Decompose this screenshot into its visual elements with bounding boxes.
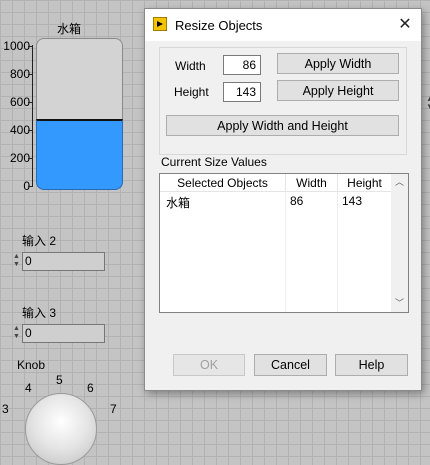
width-field[interactable]: 86 <box>223 55 261 75</box>
help-button[interactable]: Help <box>335 354 408 376</box>
tank-tick <box>28 46 33 47</box>
column-divider <box>337 192 338 312</box>
tank-scale-label: 800 <box>9 67 30 81</box>
column-header-height[interactable]: Height <box>338 174 392 192</box>
tank-tick <box>28 130 33 131</box>
apply-height-button[interactable]: Apply Height <box>277 80 399 101</box>
input3-label: 输入 3 <box>22 306 57 320</box>
tank-fill-level <box>36 119 123 190</box>
column-header-width[interactable]: Width <box>286 174 338 192</box>
dialog-title: Resize Objects <box>175 18 263 33</box>
tank-indicator[interactable] <box>36 38 123 190</box>
app-icon <box>153 17 167 31</box>
height-field[interactable]: 143 <box>223 82 261 102</box>
list-scrollbar[interactable]: ︿ ﹀ <box>391 174 408 312</box>
scroll-down-icon[interactable]: ﹀ <box>391 295 408 312</box>
tank-tick <box>28 186 33 187</box>
ok-button[interactable]: OK <box>173 354 245 376</box>
scroll-up-icon[interactable]: ︿ <box>391 174 408 191</box>
knob-scale-label: 6 <box>87 381 94 395</box>
resize-objects-dialog: Resize Objects ✕ Width 86 Apply Width He… <box>144 8 422 391</box>
input3-control[interactable]: ▲ ▼ 0 <box>13 324 105 343</box>
tank-scale-axis <box>32 45 33 187</box>
knob-scale-label: 3 <box>2 402 9 416</box>
apply-width-button[interactable]: Apply Width <box>277 53 399 74</box>
input2-field[interactable]: 0 <box>22 252 105 271</box>
current-size-values-label: Current Size Values <box>161 155 267 169</box>
tank-scale-label: 200 <box>9 151 30 165</box>
knob-title: Knob <box>17 358 46 372</box>
column-header-selected-objects[interactable]: Selected Objects <box>160 174 286 192</box>
knob-control[interactable] <box>25 393 97 465</box>
knob-scale-label: 5 <box>56 373 63 387</box>
tank-scale-label: 1000 <box>3 39 30 53</box>
cancel-button[interactable]: Cancel <box>254 354 327 376</box>
row-height-value[interactable]: 143 <box>342 194 362 208</box>
knob-scale-label: 4 <box>25 381 32 395</box>
height-label: Height <box>174 85 209 99</box>
close-icon[interactable]: ✕ <box>395 15 415 35</box>
input2-control[interactable]: ▲ ▼ 0 <box>13 252 105 271</box>
tank-tick <box>28 74 33 75</box>
row-object-name[interactable]: 水箱 <box>166 194 190 211</box>
increment-decrement-arrows-icon[interactable]: ▲ ▼ <box>13 253 21 269</box>
selected-objects-list[interactable]: Selected Objects Width Height 水箱 86 143 … <box>159 173 409 313</box>
partial-arrows-icon: ▲ ▼ <box>426 94 430 111</box>
tank-empty-region <box>36 38 123 119</box>
tank-scale-label: 600 <box>9 95 30 109</box>
knob-scale-label: 7 <box>110 402 117 416</box>
increment-decrement-arrows-icon[interactable]: ▲ ▼ <box>13 325 21 341</box>
dialog-titlebar[interactable]: Resize Objects ✕ <box>145 9 421 41</box>
input3-field[interactable]: 0 <box>22 324 105 343</box>
row-width-value[interactable]: 86 <box>290 194 303 208</box>
tank-tick <box>28 158 33 159</box>
tank-title: 水箱 <box>57 22 82 36</box>
width-label: Width <box>175 59 206 73</box>
column-divider <box>285 192 286 312</box>
tank-tick <box>28 102 33 103</box>
input2-label: 输入 2 <box>22 234 57 248</box>
tank-scale-label: 400 <box>9 123 30 137</box>
apply-width-and-height-button[interactable]: Apply Width and Height <box>166 115 399 136</box>
tank-scale-label: 0 <box>23 179 30 193</box>
